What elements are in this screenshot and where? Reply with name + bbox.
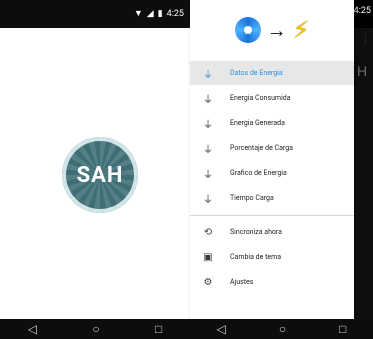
- menu-item-cambia-de-tema[interactable]: ▣ Cambia de tema: [190, 245, 354, 269]
- gear-icon: ⚙: [203, 276, 213, 288]
- menu-item-grafico-de-energia[interactable]: ⏚ Grafico de Energia: [190, 161, 354, 185]
- recents-button[interactable]: □: [155, 322, 162, 336]
- sah-logo: SAH: [62, 137, 138, 213]
- back-button[interactable]: ◁: [217, 322, 226, 336]
- menu-item-sincroniza-ahora[interactable]: ⟲ Sincroniza ahora: [190, 220, 354, 244]
- menu-item-tiempo-carga[interactable]: ⏚ Tiempo Carga: [190, 186, 354, 210]
- home-button[interactable]: ○: [279, 322, 286, 336]
- sync-icon: ⟲: [203, 226, 213, 238]
- left-screen: ▼ ◢ ▮ 4:25 SAH ◁ ○ □: [0, 0, 190, 339]
- plug-icon: ⏚: [203, 69, 213, 81]
- status-time: 4:25: [353, 6, 371, 16]
- home-button[interactable]: ○: [92, 322, 99, 336]
- briefcase-icon: ▣: [203, 251, 213, 263]
- logo-text: SAH: [76, 162, 124, 188]
- menu-item-ajustes[interactable]: ⚙ Ajustes: [190, 270, 354, 294]
- navigation-drawer: → ⚡ ⏚ Datos de Energia ⏚ Energia Consumi…: [190, 0, 354, 319]
- overflow-menu-icon: ⋮: [361, 34, 370, 44]
- lightning-bolt-icon: ⚡: [292, 16, 310, 44]
- menu-item-datos-de-energia[interactable]: ⏚ Datos de Energia: [190, 61, 354, 85]
- wifi-icon: ▼: [133, 9, 143, 19]
- arrow-right-icon: →: [266, 17, 287, 42]
- plug-icon: ⏚: [203, 94, 213, 106]
- battery-icon: ▮: [157, 8, 163, 19]
- drawer-header: → ⚡: [190, 0, 354, 60]
- plug-icon: ⏚: [203, 194, 213, 206]
- background-app: ⋮ H: [354, 0, 373, 339]
- drawer-divider: [190, 215, 354, 216]
- background-letter: H: [357, 63, 368, 79]
- navigation-bar: ◁ ○ □: [0, 319, 190, 339]
- status-bar: ▼ ◢ ▮ 4:25: [0, 0, 190, 28]
- navigation-bar: ◁ ○ □: [190, 319, 373, 339]
- swirl-logo-icon: [234, 17, 261, 43]
- back-button[interactable]: ◁: [28, 322, 37, 336]
- menu-item-energia-generada[interactable]: ⏚ Energia Generada: [190, 111, 354, 135]
- menu-item-energia-consumida[interactable]: ⏚ Energia Consumida: [190, 86, 354, 110]
- plug-icon: ⏚: [203, 169, 213, 181]
- right-screen: ⋮ H ◢ ▮ 4:25 → ⚡ ⏚ Datos de Energia ⏚ En…: [190, 0, 373, 339]
- signal-icon: ◢: [146, 8, 154, 19]
- plug-icon: ⏚: [203, 144, 213, 156]
- status-time: 4:25: [166, 8, 184, 19]
- plug-icon: ⏚: [203, 119, 213, 131]
- menu-item-porcentaje-de-carga[interactable]: ⏚ Porcentaje de Carga: [190, 136, 354, 160]
- recents-button[interactable]: □: [339, 322, 346, 336]
